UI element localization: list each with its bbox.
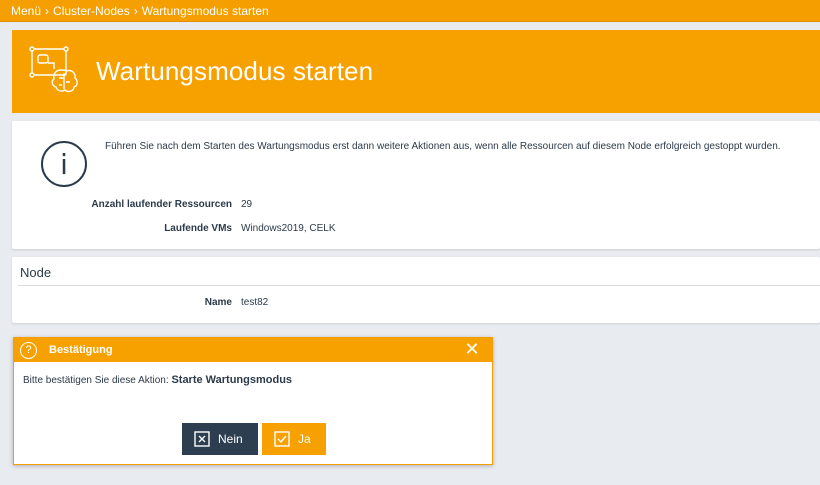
question-icon: ? <box>20 341 37 359</box>
node-section-title: Node <box>20 265 52 280</box>
info-icon: i <box>41 141 87 187</box>
dialog-header: ? Bestätigung <box>14 338 492 362</box>
divider <box>18 285 820 286</box>
breadcrumb-item-current: Wartungsmodus starten <box>141 3 269 18</box>
info-message: Führen Sie nach dem Starten des Wartungs… <box>105 141 781 152</box>
cluster-brain-icon <box>12 30 96 113</box>
page-title: Wartungsmodus starten <box>96 56 374 86</box>
check-square-icon <box>274 431 290 447</box>
close-icon[interactable]: ✕ <box>464 340 480 358</box>
info-value: Windows2019, CELK <box>241 223 336 234</box>
no-button-label: Nein <box>218 432 243 446</box>
info-card: i Führen Sie nach dem Starten des Wartun… <box>12 121 820 249</box>
page-header: Wartungsmodus starten <box>12 30 820 113</box>
breadcrumb: Menü › Cluster-Nodes › Wartungsmodus sta… <box>0 0 820 22</box>
no-button[interactable]: Nein <box>182 423 258 455</box>
dialog-message-action: Starte Wartungsmodus <box>171 374 293 386</box>
info-label: Anzahl laufender Ressourcen <box>91 199 232 210</box>
yes-button-label: Ja <box>298 432 311 446</box>
breadcrumb-separator: › <box>133 3 138 18</box>
confirmation-dialog: ? Bestätigung ✕ Bitte bestätigen Sie die… <box>13 337 493 465</box>
close-square-icon <box>194 431 210 447</box>
node-value: test82 <box>241 297 269 308</box>
node-card: Node Name test82 <box>12 257 820 323</box>
yes-button[interactable]: Ja <box>262 423 326 455</box>
dialog-message: Bitte bestätigen Sie diese Aktion: Start… <box>23 374 292 386</box>
breadcrumb-item-cluster-nodes[interactable]: Cluster-Nodes <box>53 4 130 18</box>
info-value: 29 <box>241 199 253 210</box>
breadcrumb-separator: › <box>45 3 50 18</box>
info-label: Laufende VMs <box>164 223 232 234</box>
dialog-message-prefix: Bitte bestätigen Sie diese Aktion: <box>23 375 169 386</box>
node-label: Name <box>204 297 232 308</box>
breadcrumb-item-menu[interactable]: Menü <box>11 4 41 18</box>
dialog-title: Bestätigung <box>49 344 113 356</box>
